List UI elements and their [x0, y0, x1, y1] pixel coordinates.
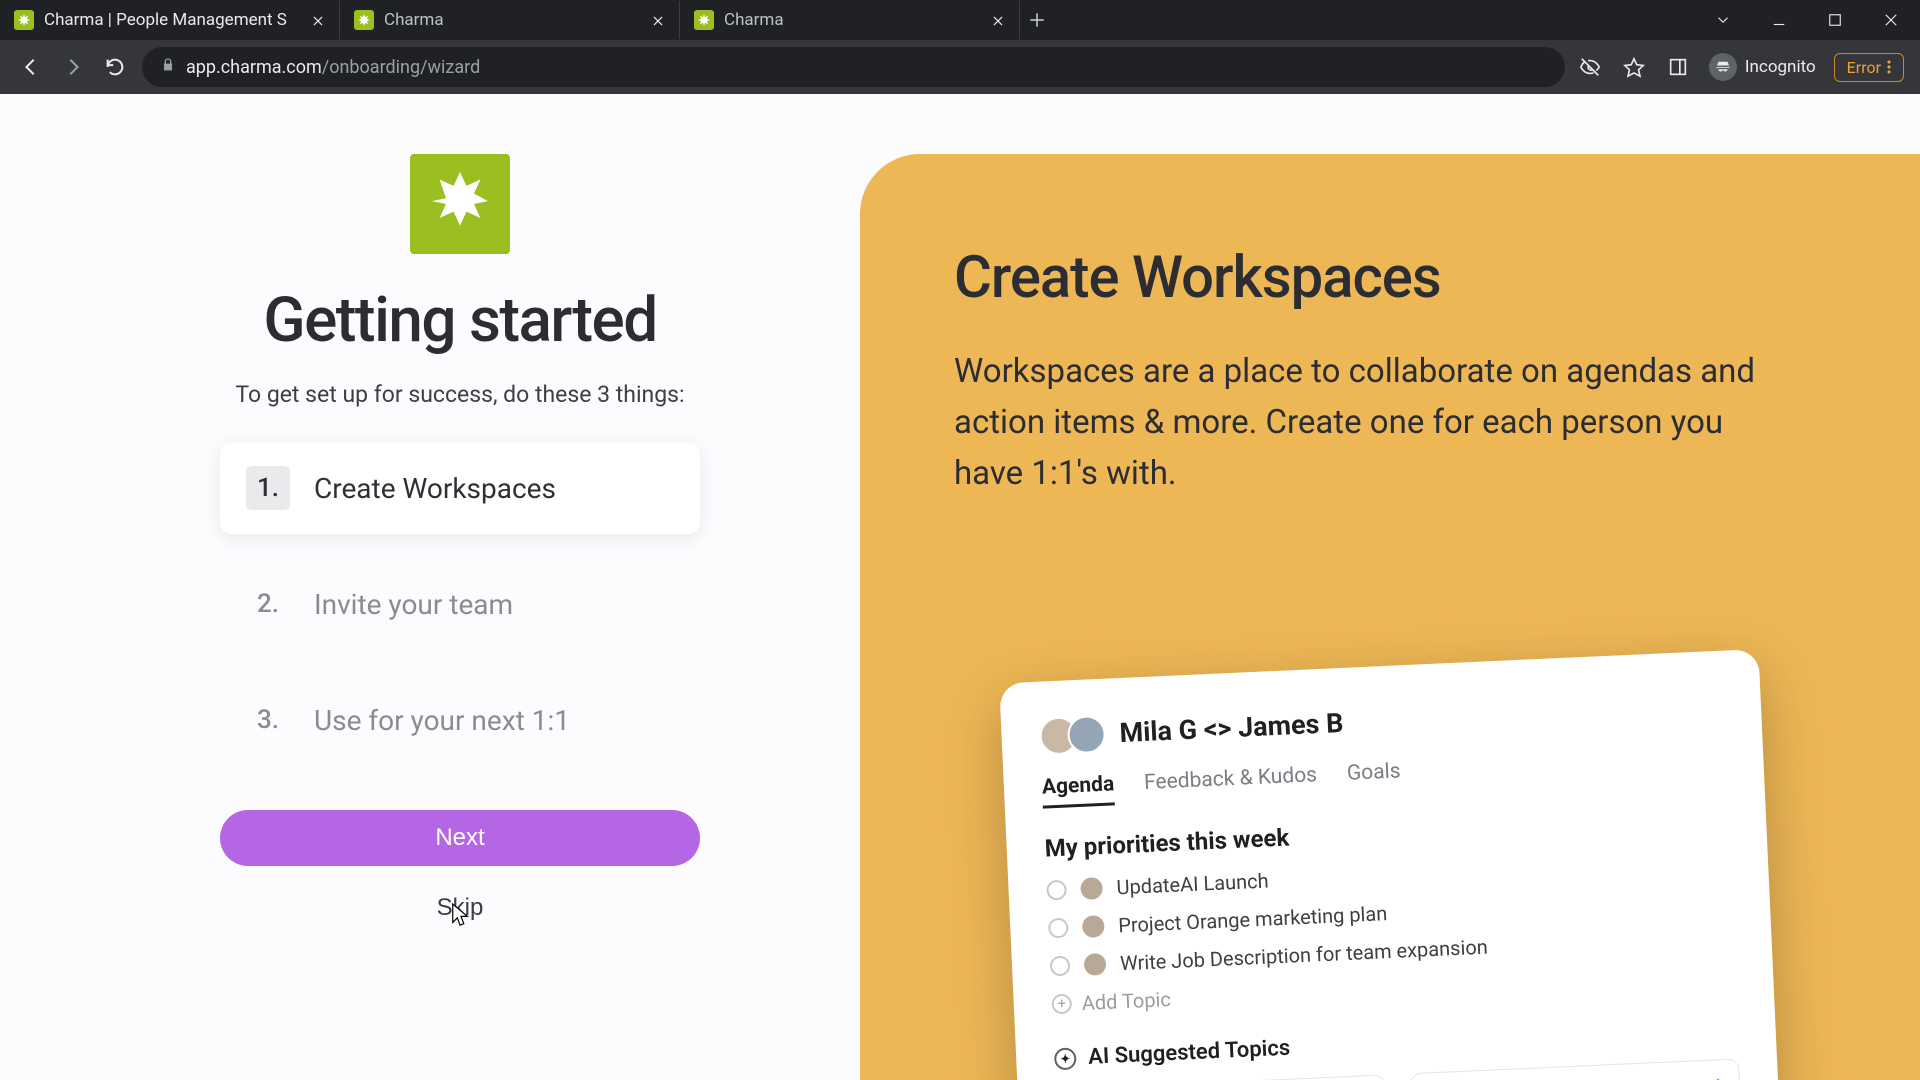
- step-label: Use for your next 1:1: [314, 704, 570, 737]
- preview-tab-goals: Goals: [1346, 759, 1401, 794]
- ai-suggestion-card: ✓: [1056, 1074, 1388, 1080]
- minimize-icon[interactable]: [1770, 11, 1788, 29]
- incognito-indicator[interactable]: Incognito: [1709, 53, 1816, 81]
- panel-title: Create Workspaces: [954, 244, 1900, 312]
- lock-icon: [160, 57, 176, 78]
- favicon-icon: [14, 10, 34, 30]
- menu-dots-icon: [1887, 60, 1891, 74]
- eye-off-icon[interactable]: [1577, 54, 1603, 80]
- onboarding-left-pane: Getting started To get set up for succes…: [180, 94, 740, 1080]
- browser-toolbar: app.charma.com/onboarding/wizard Incogni…: [0, 40, 1920, 94]
- panel-description: Workspaces are a place to collaborate on…: [954, 346, 1794, 499]
- tabs-overview-icon[interactable]: [1714, 11, 1732, 29]
- close-window-icon[interactable]: [1882, 11, 1900, 29]
- sparkle-icon: ✦: [1054, 1047, 1077, 1070]
- app-logo-icon: [410, 154, 510, 254]
- workspace-preview-card: Mila G <> James B Agenda Feedback & Kudo…: [999, 649, 1781, 1080]
- onboarding-right-panel: Create Workspaces Workspaces are a place…: [860, 154, 1920, 1080]
- checkbox-icon: [1046, 880, 1067, 901]
- favicon-icon: [354, 10, 374, 30]
- step-label: Create Workspaces: [314, 472, 556, 505]
- close-icon[interactable]: [991, 13, 1005, 27]
- close-icon[interactable]: [311, 13, 325, 27]
- avatar-pair-icon: [1039, 715, 1107, 756]
- browser-tab[interactable]: Charma | People Management S: [0, 1, 340, 39]
- step-number: 3.: [246, 698, 290, 742]
- browser-tab[interactable]: Charma: [340, 1, 680, 39]
- browser-tabbar: Charma | People Management S Charma Char…: [0, 0, 1920, 40]
- tab-title: Charma: [724, 10, 981, 30]
- star-icon[interactable]: [1621, 54, 1647, 80]
- skip-button[interactable]: Skip: [437, 894, 484, 922]
- favicon-icon: [694, 10, 714, 30]
- checkbox-icon: [1048, 918, 1069, 939]
- page-subtitle: To get set up for success, do these 3 th…: [235, 381, 684, 408]
- check-circle-icon: ✓: [1706, 1072, 1724, 1080]
- tab-title: Charma: [384, 10, 641, 30]
- next-button[interactable]: Next: [220, 810, 700, 866]
- side-panel-icon[interactable]: [1665, 54, 1691, 80]
- avatar-icon: [1084, 953, 1107, 976]
- forward-button[interactable]: [58, 52, 88, 82]
- ai-suggestion-card: Discuss the macro environment ✓: [1409, 1058, 1741, 1080]
- error-chip[interactable]: Error: [1834, 53, 1904, 82]
- browser-tab[interactable]: Charma: [680, 1, 1020, 39]
- step-item-use-next-1on1[interactable]: 3. Use for your next 1:1: [220, 674, 700, 766]
- close-icon[interactable]: [651, 13, 665, 27]
- checkbox-icon: [1050, 956, 1071, 977]
- new-tab-button[interactable]: [1020, 10, 1054, 30]
- plus-circle-icon: +: [1051, 994, 1072, 1015]
- avatar-icon: [1080, 877, 1103, 900]
- ai-section-label: AI Suggested Topics: [1088, 1036, 1291, 1070]
- page-content: Getting started To get set up for succes…: [0, 94, 1920, 1080]
- preview-tab-feedback: Feedback & Kudos: [1144, 763, 1318, 804]
- preview-item-label: Project Orange marketing plan: [1118, 901, 1388, 937]
- page-title: Getting started: [263, 284, 656, 357]
- address-bar[interactable]: app.charma.com/onboarding/wizard: [142, 47, 1565, 87]
- steps-list: 1. Create Workspaces 2. Invite your team…: [220, 442, 700, 766]
- preview-tabs: Agenda Feedback & Kudos Goals: [1041, 745, 1726, 809]
- ai-suggestion-text: Discuss the macro environment: [1427, 1074, 1695, 1080]
- step-number: 1.: [246, 466, 290, 510]
- step-label: Invite your team: [314, 588, 513, 621]
- maximize-icon[interactable]: [1826, 11, 1844, 29]
- preview-item-label: Write Job Description for team expansion: [1119, 935, 1488, 976]
- reload-button[interactable]: [100, 52, 130, 82]
- step-item-invite-team[interactable]: 2. Invite your team: [220, 558, 700, 650]
- avatar-icon: [1082, 915, 1105, 938]
- error-label: Error: [1847, 58, 1881, 77]
- url-text: app.charma.com/onboarding/wizard: [186, 57, 480, 78]
- preview-tab-agenda: Agenda: [1041, 772, 1115, 808]
- window-controls: [1714, 11, 1920, 29]
- step-item-create-workspaces[interactable]: 1. Create Workspaces: [220, 442, 700, 534]
- incognito-label: Incognito: [1745, 57, 1816, 77]
- step-number: 2.: [246, 582, 290, 626]
- incognito-icon: [1709, 53, 1737, 81]
- add-topic-label: Add Topic: [1081, 987, 1171, 1015]
- tab-title: Charma | People Management S: [44, 10, 301, 30]
- preview-title: Mila G <> James B: [1119, 707, 1344, 749]
- preview-item-label: UpdateAI Launch: [1116, 868, 1269, 899]
- back-button[interactable]: [16, 52, 46, 82]
